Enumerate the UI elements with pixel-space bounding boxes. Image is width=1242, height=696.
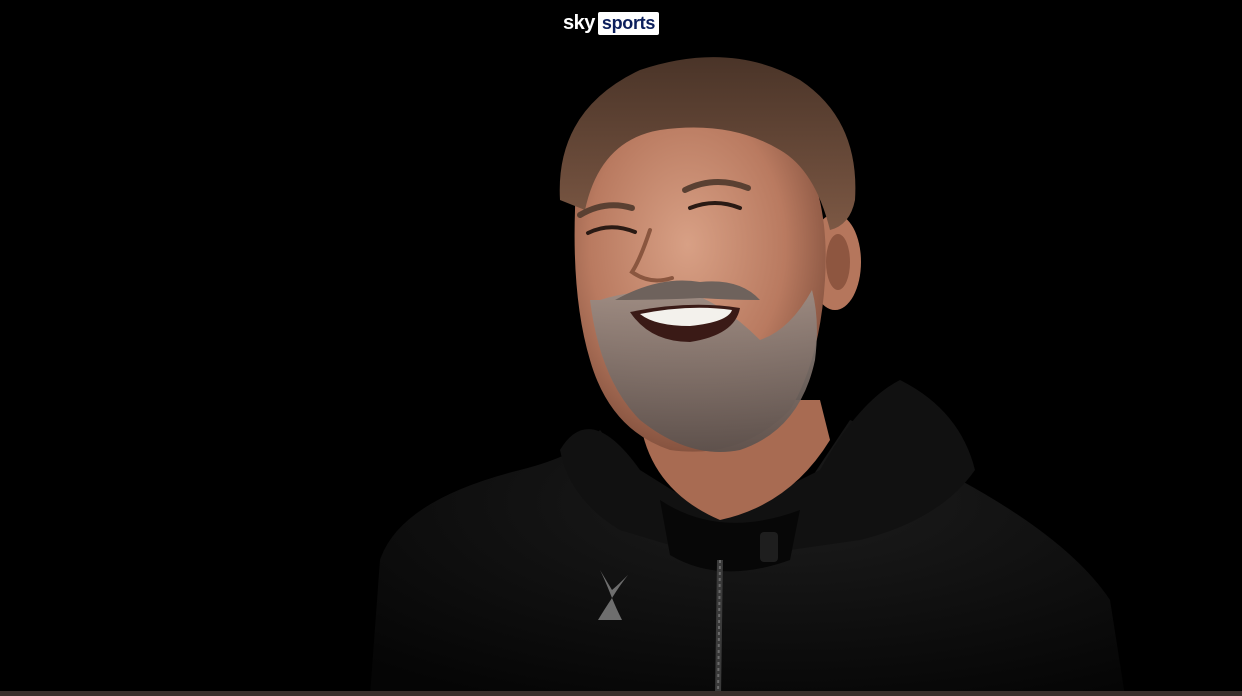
logo-sky-text: sky	[563, 12, 595, 34]
lapel-microphone	[760, 532, 778, 562]
video-frame: sky sports	[0, 0, 1242, 696]
bottom-strip	[0, 691, 1242, 696]
interview-scene	[370, 57, 1125, 696]
sky-sports-logo: sky sports	[563, 11, 660, 36]
logo-sports-text: sports	[597, 12, 660, 35]
